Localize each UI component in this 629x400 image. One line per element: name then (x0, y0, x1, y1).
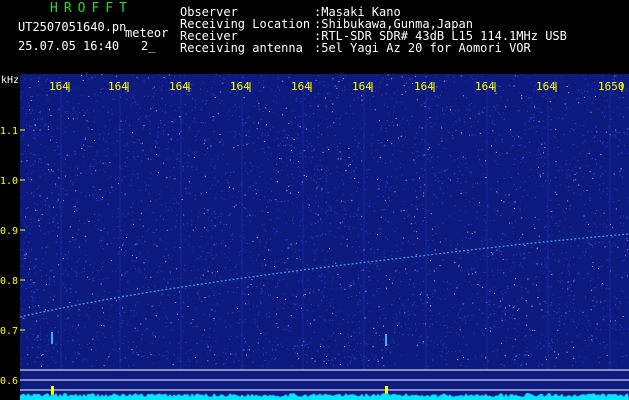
frame-index-label: 2_ (141, 39, 156, 53)
y-tick-label-5: 0.6 (0, 376, 18, 387)
freq-label-9: 1650 (598, 80, 625, 93)
filename-label: UT2507051640.pn (18, 20, 127, 34)
y-unit-label: kHz (1, 75, 19, 86)
spectrogram-panel: 164 164 164 164 164 164 164 164 164 1650 kHz 1.1 1.0… (0, 74, 629, 400)
freq-label-3: 164 (230, 80, 250, 93)
freq-label-4: 164 (291, 80, 311, 93)
spectrogram-svg: 164 164 164 164 164 164 164 164 164 1650 kHz 1.1 1.0… (0, 74, 629, 400)
y-tick-label-4: 0.7 (0, 326, 18, 337)
freq-label-1: 164 (108, 80, 128, 93)
y-tick-label-3: 0.8 (0, 276, 18, 287)
freq-label-2: 164 (169, 80, 189, 93)
app-title: HROFFT (50, 1, 133, 16)
baseline-marker-0 (51, 386, 54, 395)
freq-label-5: 164 (352, 80, 372, 93)
antenna-label: Receiving antenna (180, 41, 303, 55)
meteor-label: meteor (125, 26, 169, 40)
y-tick-label-1: 1.0 (0, 176, 18, 187)
timestamp-label: 25.07.05 16:40 (18, 39, 120, 53)
y-tick-label-0: 1.1 (0, 126, 18, 137)
spectrogram-background (20, 74, 629, 400)
freq-label-7: 164 (475, 80, 495, 93)
freq-label-8: 164 (536, 80, 556, 93)
freq-label-0: 164 (49, 80, 69, 93)
freq-label-6: 164 (414, 80, 434, 93)
antenna-value: :5el Yagi Az 20 for Aomori VOR (314, 41, 531, 55)
y-tick-label-2: 0.9 (0, 226, 18, 237)
hrofft-screen: HROFFT UT2507051640.pn meteor 25.07.05 1… (0, 0, 629, 400)
